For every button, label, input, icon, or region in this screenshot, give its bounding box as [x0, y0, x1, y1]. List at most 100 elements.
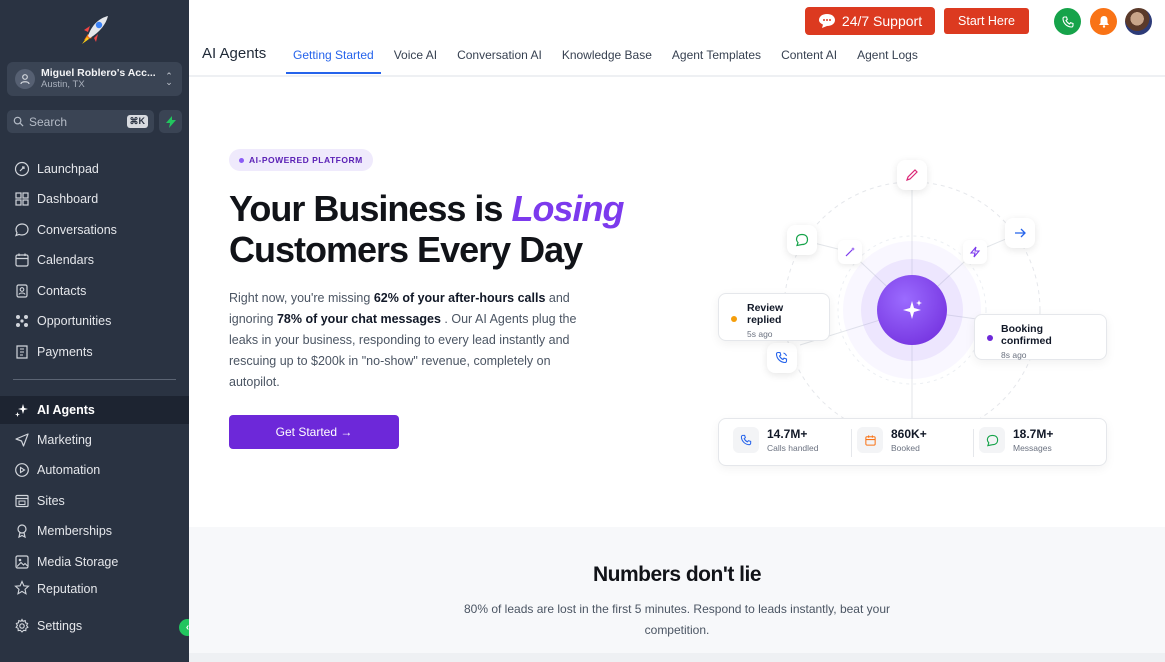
hero-description: Right now, you're missing 62% of your af… — [229, 288, 584, 393]
stat-divider — [851, 429, 852, 457]
sidebar-item-dashboard[interactable]: Dashboard — [0, 185, 189, 213]
sidebar-item-opportunities[interactable]: Opportunities — [0, 307, 189, 335]
tab-bar: Getting Started Voice AI Conversation AI… — [283, 40, 928, 74]
headline-emphasis: Losing — [511, 188, 624, 229]
membership-icon — [17, 524, 27, 539]
sidebar-item-payments[interactable]: Payments — [0, 338, 189, 366]
calendar-icon — [15, 253, 29, 267]
chevron-updown-icon: ⌃ ⌄ — [165, 71, 173, 87]
stats-card: 14.7M+ Calls handled 860K+ Booked 18.7M+… — [718, 418, 1107, 466]
sidebar-item-label: Opportunities — [37, 314, 112, 328]
sites-icon — [15, 494, 29, 508]
card-title: Booking confirmed — [1001, 323, 1052, 347]
tab-voice-ai[interactable]: Voice AI — [384, 40, 447, 74]
stat-value: 860K+ — [891, 427, 927, 441]
sidebar-item-label: AI Agents — [37, 403, 95, 417]
sidebar-item-memberships[interactable]: Memberships — [0, 517, 189, 545]
rocket-logo-icon[interactable] — [74, 10, 114, 50]
badge-dot — [239, 157, 244, 163]
quick-action-button[interactable] — [159, 110, 182, 133]
card-title: Review replied — [747, 302, 784, 326]
sidebar-item-label: Conversations — [37, 223, 117, 237]
status-dot — [987, 335, 993, 341]
sidebar-item-label: Reputation — [37, 582, 98, 596]
magic-wand-icon — [838, 240, 862, 264]
bolt-icon — [165, 115, 176, 128]
sidebar-item-conversations[interactable]: Conversations — [0, 216, 189, 244]
stat-value: 14.7M+ — [767, 427, 808, 441]
desc-bold-2: 78% of your chat messages — [276, 312, 441, 326]
account-location: Austin, TX — [41, 79, 85, 90]
calendar-icon — [857, 427, 883, 453]
automation-icon — [15, 463, 29, 477]
sidebar-item-calendars[interactable]: Calendars — [0, 246, 189, 274]
tab-getting-started[interactable]: Getting Started — [283, 40, 384, 74]
sparkles-icon — [903, 300, 922, 319]
get-started-button[interactable]: Get Started → — [229, 415, 399, 449]
phone-ringing-icon — [767, 343, 797, 373]
phone-icon — [733, 427, 759, 453]
bell-icon — [1098, 16, 1109, 28]
start-here-button[interactable]: Start Here — [944, 8, 1029, 34]
search-shortcut: ⌘K — [126, 115, 148, 128]
account-switcher[interactable]: Miguel Roblero's Acc... Austin, TX ⌃ ⌄ — [7, 62, 182, 96]
sidebar-item-launchpad[interactable]: Launchpad — [0, 155, 189, 183]
search-placeholder: Search — [29, 114, 68, 129]
page-title: AI Agents — [202, 45, 267, 62]
account-name: Miguel Roblero's Acc... — [41, 67, 156, 79]
tab-content-ai[interactable]: Content AI — [771, 40, 847, 74]
search-input[interactable]: Search ⌘K — [7, 110, 154, 133]
sidebar-item-sites[interactable]: Sites — [0, 487, 189, 515]
send-icon — [15, 433, 29, 447]
desc-bold-1: 62% of your after-hours calls — [373, 291, 546, 305]
star-icon — [14, 580, 30, 595]
sidebar-item-ai-agents[interactable]: AI Agents — [0, 396, 189, 424]
desc-text-1: Right now, you're missing — [229, 291, 371, 305]
stat-divider — [973, 429, 974, 457]
tab-agent-templates[interactable]: Agent Templates — [662, 40, 771, 74]
sidebar: Miguel Roblero's Acc... Austin, TX ⌃ ⌄ Se… — [0, 0, 189, 662]
phone-button[interactable] — [1054, 8, 1081, 35]
tab-agent-logs[interactable]: Agent Logs — [847, 40, 928, 74]
card-subtitle: 8s ago — [1001, 350, 1027, 360]
user-avatar[interactable] — [1125, 8, 1152, 35]
phone-icon — [1061, 15, 1074, 28]
sparkles-icon — [15, 404, 28, 417]
search-icon — [13, 116, 24, 127]
numbers-title: Numbers don't lie — [592, 563, 762, 586]
support-button[interactable]: 24/7 Support — [805, 7, 935, 35]
arrow-right-icon — [1005, 218, 1035, 248]
image-icon — [15, 555, 29, 569]
sidebar-item-marketing[interactable]: Marketing — [0, 426, 189, 454]
booking-confirmed-card: Booking confirmed 8s ago — [974, 314, 1107, 360]
numbers-text: 80% of leads are lost in the first 5 min… — [463, 602, 890, 637]
sidebar-item-automation[interactable]: Automation — [0, 456, 189, 484]
sidebar-item-label: Dashboard — [37, 192, 99, 206]
sidebar-item-settings[interactable]: Settings — [0, 612, 189, 640]
platform-badge: AI-POWERED PLATFORM — [229, 149, 373, 171]
stat-label: Calls handled — [767, 443, 819, 453]
sidebar-item-label: Automation — [37, 463, 101, 477]
sidebar-item-reputation[interactable]: Reputation — [0, 578, 189, 596]
opportunities-icon — [16, 315, 28, 327]
ai-core-orb — [877, 275, 947, 345]
stat-booked: 860K+ Booked — [857, 427, 927, 453]
grid-icon — [15, 192, 29, 206]
stat-value: 18.7M+ — [1013, 427, 1054, 441]
support-label: 24/7 Support — [841, 13, 923, 29]
gear-icon — [15, 618, 29, 633]
account-avatar-icon — [15, 69, 35, 89]
ai-illustration: Review replied 5s ago Booking confirmed … — [700, 150, 1130, 480]
sidebar-item-media-storage[interactable]: Media Storage — [0, 548, 189, 576]
sidebar-item-label: Marketing — [37, 433, 92, 447]
sidebar-item-label: Payments — [37, 345, 93, 359]
receipt-icon — [16, 345, 28, 359]
headline-part-1: Your Business is — [229, 188, 503, 229]
tab-knowledge-base[interactable]: Knowledge Base — [552, 40, 662, 74]
notifications-button[interactable] — [1090, 8, 1117, 35]
sidebar-item-contacts[interactable]: Contacts — [0, 277, 189, 305]
tab-conversation-ai[interactable]: Conversation AI — [447, 40, 552, 74]
stat-messages: 18.7M+ Messages — [979, 427, 1053, 453]
sidebar-item-label: Memberships — [37, 524, 113, 538]
header-divider — [189, 75, 1165, 77]
